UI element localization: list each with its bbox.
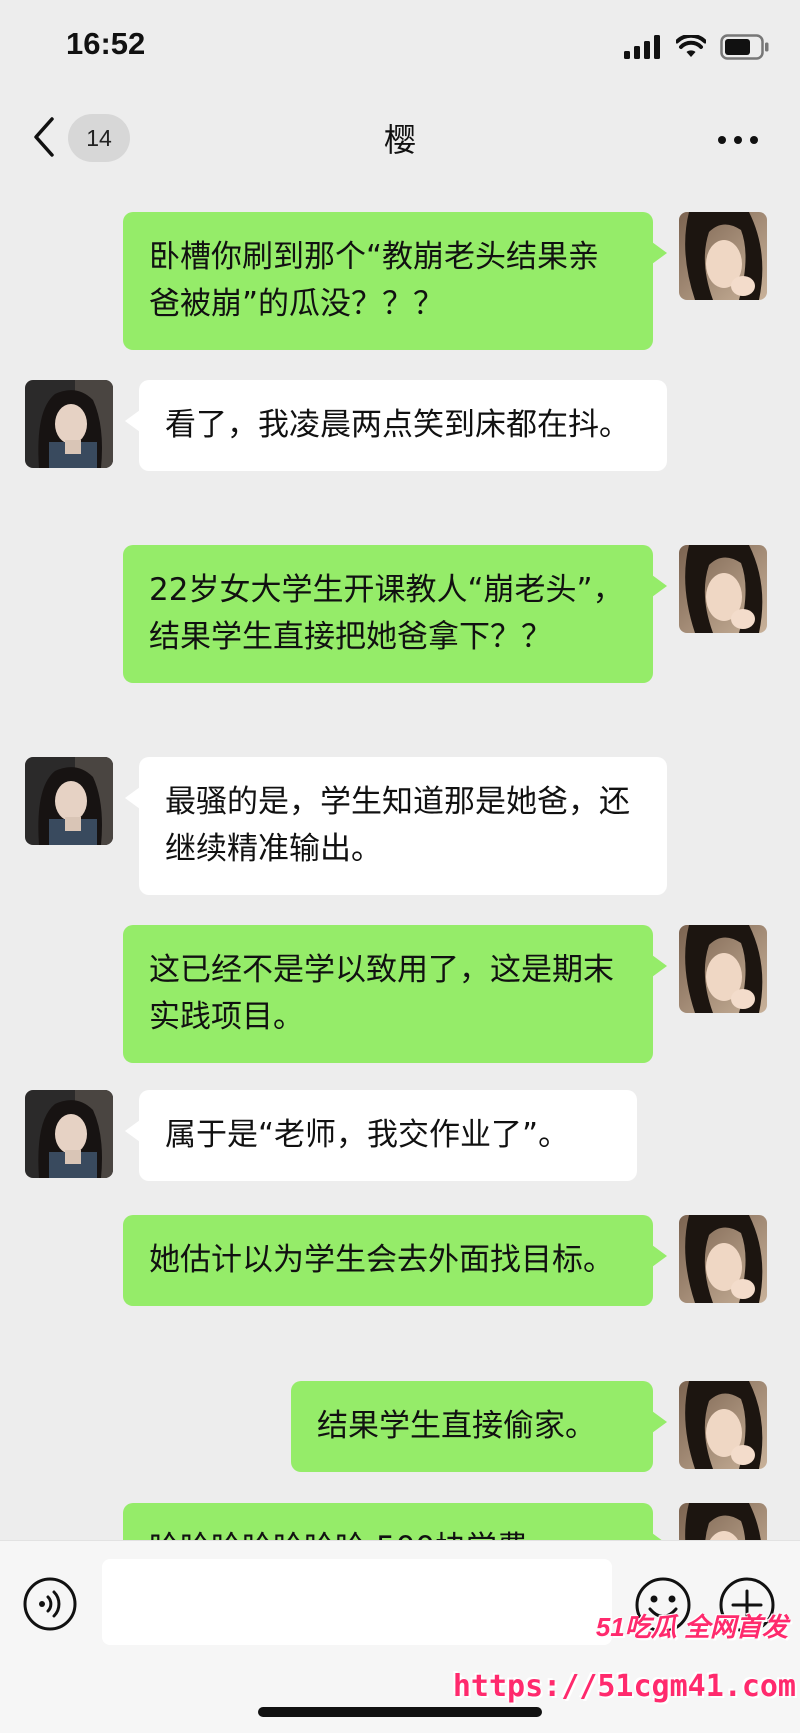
avatar[interactable]: [679, 1381, 767, 1469]
status-icons: [624, 32, 770, 62]
voice-button[interactable]: [22, 1576, 78, 1632]
wifi-icon: [676, 35, 706, 57]
message-bubble[interactable]: 哈哈哈哈哈哈哈 500块学费: [123, 1503, 667, 1540]
message-bubble[interactable]: 这已经不是学以致用了，这是期末实践项目。: [123, 925, 667, 1063]
avatar[interactable]: [679, 1215, 767, 1303]
battery-icon: [720, 34, 769, 60]
watermark-url: https://51cgm41.com: [452, 1669, 796, 1704]
avatar[interactable]: [25, 1090, 113, 1178]
chat-header: 14 樱: [0, 95, 800, 185]
message-bubble[interactable]: 她估计以为学生会去外面找目标。: [123, 1215, 667, 1306]
status-bar: 16:52: [0, 0, 800, 95]
watermark-brand: 51吃瓜 全网首发: [595, 1612, 788, 1642]
signal-icon: [624, 35, 660, 59]
avatar[interactable]: [679, 545, 767, 633]
avatar[interactable]: [25, 757, 113, 845]
message-bubble[interactable]: 卧槽你刷到那个“教崩老头结果亲爸被崩”的瓜没？？？: [123, 212, 667, 350]
avatar[interactable]: [679, 212, 767, 300]
message-list[interactable]: 卧槽你刷到那个“教崩老头结果亲爸被崩”的瓜没？？？ 看了，我凌晨两点笑到床都在抖…: [0, 185, 800, 1540]
more-button[interactable]: [716, 131, 760, 144]
unread-count-badge[interactable]: 14: [68, 114, 130, 162]
chevron-left-icon: [34, 117, 54, 157]
message-bubble[interactable]: 属于是“老师，我交作业了”。: [125, 1090, 637, 1181]
message-bubble[interactable]: 22岁女大学生开课教人“崩老头”，结果学生直接把她爸拿下？？: [123, 545, 667, 683]
chat-title: 樱: [383, 121, 416, 159]
status-time: 16:52: [66, 26, 146, 61]
message-bubble[interactable]: 看了，我凌晨两点笑到床都在抖。: [125, 380, 667, 471]
watermark: 51吃瓜 全网首发 https://51cgm41.com: [453, 1605, 796, 1725]
message-bubble[interactable]: 最骚的是，学生知道那是她爸，还继续精准输出。: [125, 757, 667, 895]
avatar[interactable]: [679, 1503, 767, 1540]
avatar[interactable]: [25, 380, 113, 468]
back-button[interactable]: [30, 115, 60, 159]
voice-icon: [23, 1577, 77, 1631]
avatar[interactable]: [679, 925, 767, 1013]
message-bubble[interactable]: 结果学生直接偷家。: [291, 1381, 667, 1472]
more-dots-icon: [718, 136, 758, 144]
